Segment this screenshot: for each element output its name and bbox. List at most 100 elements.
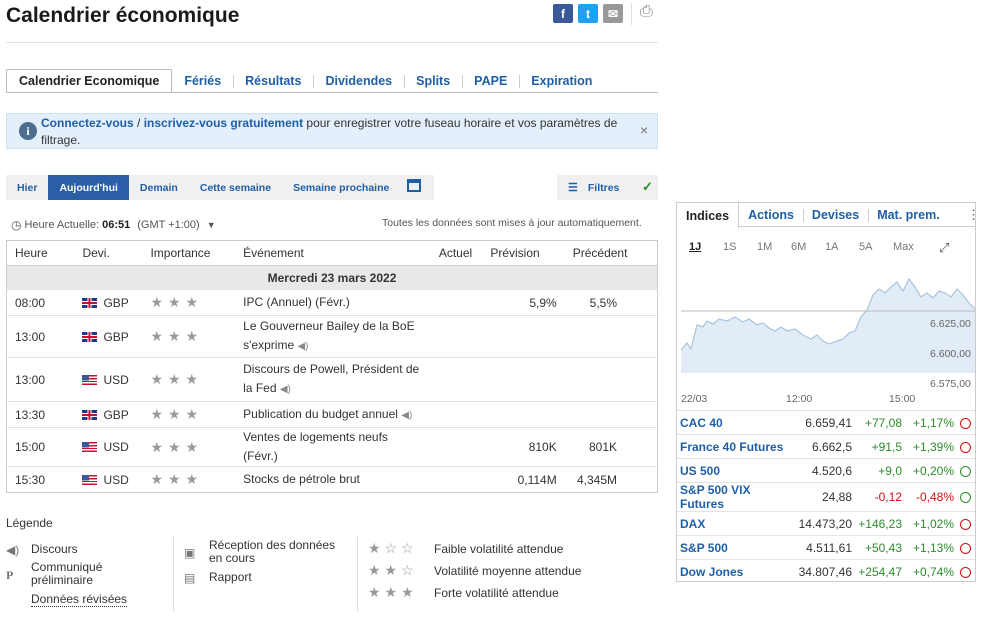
- market-status-cell: [957, 535, 975, 560]
- table-row[interactable]: 08:00 GBP ★★★ IPC (Annuel) (Févr.) 5,9% 5,5%: [6, 289, 658, 316]
- importance-stars-icon: ★★★: [150, 438, 204, 455]
- expand-chart-icon[interactable]: ⤢: [939, 240, 949, 256]
- event-name[interactable]: Discours de Powell, Président de la Fed: [243, 362, 419, 395]
- period-6[interactable]: Max: [893, 241, 927, 253]
- signup-link[interactable]: inscrivez-vous gratuitement: [144, 116, 303, 130]
- date-row: Mercredi 23 mars 2022: [6, 265, 658, 290]
- quote-row[interactable]: S&P 500 4.511,61 +50,43 +1,13%: [677, 535, 975, 560]
- event-time: 13:00: [6, 357, 75, 402]
- event-cell[interactable]: Le Gouverneur Bailey de la BoE s'exprime…: [235, 315, 431, 358]
- table-row[interactable]: 15:30 USD ★★★ Stocks de pétrole brut 0,114M 4…: [6, 466, 658, 493]
- instrument-name[interactable]: US 500: [677, 458, 795, 483]
- table-row[interactable]: 15:00 USD ★★★ Ventes de logements neufs (Fé…: [6, 427, 658, 467]
- period-3[interactable]: 6M: [791, 241, 825, 253]
- tabs-underline: [6, 92, 658, 93]
- login-link[interactable]: Connectez-vous: [41, 116, 134, 130]
- day-tab-3[interactable]: Cette semaine: [189, 175, 282, 200]
- market-status-cell: [957, 410, 975, 435]
- facebook-share-icon[interactable]: f: [553, 4, 573, 23]
- forecast-value: 0,114M: [482, 466, 565, 493]
- legend-medium: Volatilité moyenne attendue: [434, 564, 582, 578]
- day-tab-1[interactable]: Aujourd'hui: [48, 175, 129, 200]
- period-4[interactable]: 1A: [825, 241, 859, 253]
- instrument-name[interactable]: DAX: [677, 511, 795, 536]
- event-name[interactable]: Ventes de logements neufs (Févr.): [243, 430, 388, 463]
- markets-tab-3[interactable]: Mat. prem.: [868, 203, 949, 226]
- calendar-icon[interactable]: [407, 179, 421, 192]
- currency-cell: USD: [74, 427, 143, 467]
- info-icon: i: [19, 122, 37, 140]
- clock-icon: ◷: [11, 218, 22, 232]
- period-0[interactable]: 1J: [689, 241, 723, 253]
- instrument-name[interactable]: France 40 Futures: [677, 434, 795, 459]
- importance-cell: ★★★: [142, 401, 236, 428]
- tab-4[interactable]: Splits: [404, 69, 462, 93]
- period-1[interactable]: 1S: [723, 241, 757, 253]
- legend-divider-2: [357, 537, 358, 611]
- close-icon[interactable]: ×: [640, 122, 648, 138]
- instrument-name[interactable]: S&P 500: [677, 535, 795, 560]
- period-5[interactable]: 5A: [859, 241, 893, 253]
- tab-5[interactable]: PAPE: [462, 69, 519, 93]
- tab-1[interactable]: Fériés: [172, 69, 233, 93]
- day-tab-4[interactable]: Semaine prochaine: [282, 175, 400, 200]
- markets-tab-1[interactable]: Actions: [739, 203, 803, 226]
- tab-2[interactable]: Résultats: [233, 69, 313, 93]
- event-cell[interactable]: Stocks de pétrole brut: [235, 466, 431, 493]
- twitter-share-icon[interactable]: t: [578, 4, 598, 23]
- markets-tab-0[interactable]: Indices: [677, 203, 740, 228]
- quote-row[interactable]: US 500 4.520,6 +9,0 +0,20%: [677, 458, 975, 483]
- event-cell[interactable]: Discours de Powell, Président de la Fed …: [235, 357, 431, 402]
- event-name[interactable]: Stocks de pétrole brut: [243, 472, 360, 486]
- day-tab-0[interactable]: Hier: [6, 175, 48, 200]
- quote-row[interactable]: CAC 40 6.659,41 +77,08 +1,17%: [677, 410, 975, 435]
- us-flag-icon: [82, 374, 98, 385]
- period-2[interactable]: 1M: [757, 241, 791, 253]
- instrument-name[interactable]: S&P 500 VIX Futures: [677, 482, 795, 512]
- change-percent: -0,48%: [905, 482, 957, 512]
- forecast-value: 5,9%: [482, 289, 565, 316]
- forecast-value: 810K: [482, 427, 565, 467]
- table-row[interactable]: 13:00 USD ★★★ Discours de Powell, Président…: [6, 357, 658, 402]
- forecast-value: [482, 315, 565, 358]
- three-star-icon: ★★★: [368, 584, 418, 600]
- table-row[interactable]: 13:00 GBP ★★★ Le Gouverneur Bailey de la Bo…: [6, 315, 658, 358]
- quote-row[interactable]: DAX 14.473,20 +146,23 +1,02%: [677, 511, 975, 536]
- instrument-name[interactable]: Dow Jones: [677, 559, 795, 584]
- table-row[interactable]: 13:30 GBP ★★★ Publication du budget annuel …: [6, 401, 658, 428]
- quote-row[interactable]: France 40 Futures 6.662,5 +91,5 +1,39%: [677, 434, 975, 459]
- change-value: +9,0: [855, 458, 905, 483]
- clock-time: 06:51: [102, 219, 131, 231]
- one-star-icon: ★☆☆: [368, 540, 418, 556]
- change-percent: +0,74%: [905, 559, 957, 584]
- quote-row[interactable]: S&P 500 VIX Futures 24,88 -0,12 -0,48%: [677, 482, 975, 512]
- event-name[interactable]: Le Gouverneur Bailey de la BoE s'exprime: [243, 319, 414, 352]
- speaker-icon: ◀): [279, 384, 291, 395]
- email-share-icon[interactable]: ✉: [603, 4, 623, 23]
- event-cell[interactable]: Publication du budget annuel ◀): [235, 401, 431, 428]
- table-header-row: Heure Devi. Importance Événement Actuel Prévi…: [6, 240, 658, 266]
- instrument-name[interactable]: CAC 40: [677, 410, 795, 435]
- current-time[interactable]: ◷ Heure Actuelle: 06:51 (GMT +1:00) ▼: [11, 218, 216, 232]
- last-price: 6.662,5: [795, 434, 855, 459]
- markets-tab-2[interactable]: Devises: [802, 203, 868, 226]
- change-value: -0,12: [855, 482, 905, 512]
- currency-cell: USD: [74, 357, 143, 402]
- tab-3[interactable]: Dividendes: [313, 69, 404, 93]
- chevron-down-icon: ▼: [206, 220, 216, 230]
- index-chart[interactable]: 6.625,00 6.600,00 6.575,00 22/03 12:00 1…: [677, 265, 975, 407]
- event-cell[interactable]: Ventes de logements neufs (Févr.): [235, 427, 431, 467]
- speaker-icon: ◀): [6, 543, 20, 557]
- previous-value: [564, 401, 658, 428]
- market-open-icon: [960, 492, 971, 503]
- tab-0[interactable]: Calendrier Economique: [6, 69, 173, 93]
- quote-row[interactable]: Dow Jones 34.807,46 +254,47 +0,74%: [677, 559, 975, 584]
- event-name[interactable]: Publication du budget annuel: [243, 407, 398, 421]
- event-name[interactable]: IPC (Annuel) (Févr.): [243, 295, 350, 309]
- last-price: 6.659,41: [795, 410, 855, 435]
- more-icon[interactable]: ⋮: [967, 207, 980, 223]
- print-icon[interactable]: ⎙: [640, 3, 653, 21]
- day-tab-2[interactable]: Demain: [129, 175, 189, 200]
- tab-6[interactable]: Expiration: [519, 69, 604, 93]
- event-cell[interactable]: IPC (Annuel) (Févr.): [235, 289, 431, 316]
